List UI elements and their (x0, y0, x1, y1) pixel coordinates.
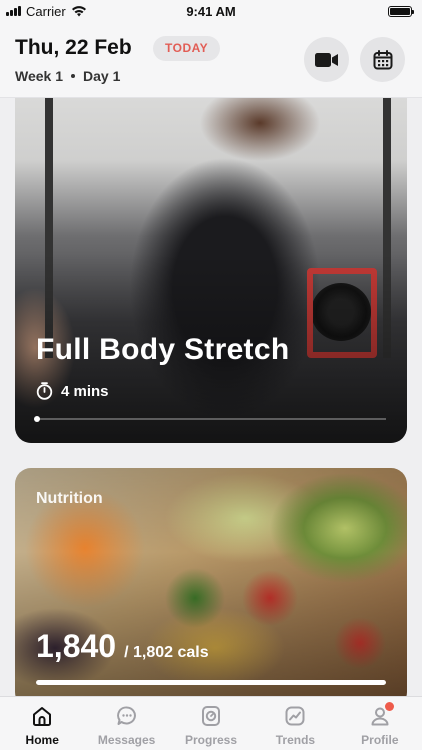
carousel-indicator (34, 416, 40, 422)
tab-progress[interactable]: Progress (169, 697, 253, 750)
tab-label: Messages (97, 733, 156, 747)
video-button[interactable] (304, 37, 349, 82)
tab-home[interactable]: Home (0, 697, 84, 750)
tab-messages[interactable]: Messages (84, 697, 168, 750)
tab-trends[interactable]: Trends (253, 697, 337, 750)
calories-summary: 1,840 / 1,802 cals (36, 628, 209, 665)
tab-label: Home (25, 733, 59, 747)
page-title-date: Thu, 22 Feb (15, 36, 132, 59)
screen: Carrier 9:41 AM Thu, 22 Feb TODAY Week 1… (0, 0, 422, 750)
week-day-info: Week 1 Day 1 (15, 68, 120, 84)
tab-label: Trends (275, 733, 316, 747)
home-icon (29, 703, 55, 729)
stopwatch-icon (36, 382, 53, 400)
workout-duration-label: 4 mins (61, 382, 109, 400)
carrier-label: Carrier (26, 3, 66, 19)
status-left: Carrier (6, 4, 87, 19)
calories-progress-bar (36, 680, 386, 685)
carousel-track (36, 418, 386, 420)
calories-goal: / 1,802 cals (124, 644, 209, 661)
messages-icon (114, 703, 140, 729)
calendar-button[interactable] (360, 37, 405, 82)
workout-duration: 4 mins (36, 382, 109, 400)
tab-bar: Home Messages Progress Trends Profile (0, 696, 422, 750)
calories-progress-fill (36, 680, 386, 685)
status-time: 9:41 AM (186, 3, 236, 19)
nutrition-card[interactable]: Nutrition 1,840 / 1,802 cals (15, 468, 407, 708)
week-label: Week 1 (15, 68, 63, 84)
wifi-icon (71, 6, 86, 17)
video-camera-icon (314, 52, 338, 67)
battery-icon (388, 5, 414, 17)
header: Thu, 22 Feb TODAY Week 1 Day 1 (0, 22, 422, 98)
calories-consumed: 1,840 (36, 628, 117, 664)
workout-card[interactable]: Full Body Stretch 4 mins (15, 98, 407, 443)
nutrition-label: Nutrition (36, 490, 103, 507)
signal-icon (6, 6, 21, 16)
notification-dot (384, 702, 394, 711)
trends-icon (282, 703, 308, 729)
progress-icon (198, 703, 224, 729)
tab-label: Progress (185, 733, 238, 747)
day-label: Day 1 (83, 68, 121, 84)
workout-title: Full Body Stretch (36, 333, 290, 366)
tab-label: Profile (361, 733, 399, 747)
today-badge[interactable]: TODAY (153, 36, 221, 61)
status-bar: Carrier 9:41 AM (0, 0, 422, 22)
separator-dot (71, 74, 75, 78)
calendar-icon (373, 49, 392, 69)
tab-profile[interactable]: Profile (338, 697, 422, 750)
